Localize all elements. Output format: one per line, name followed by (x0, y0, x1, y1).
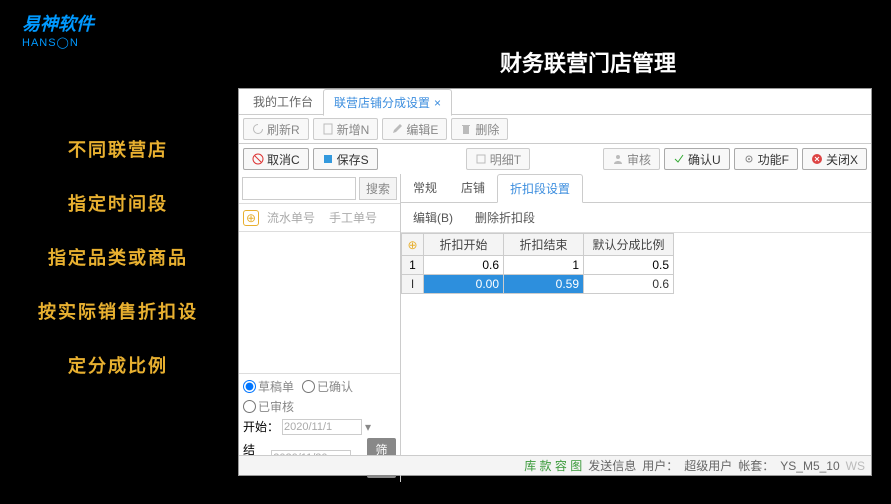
logo-cn: 易神软件 (22, 10, 94, 36)
subtab-discount[interactable]: 折扣段设置 (497, 174, 583, 203)
edit-button[interactable]: 编辑E (382, 118, 447, 140)
toolbar-1: 刷新R 新增N 编辑E 删除 (239, 115, 871, 144)
add-icon[interactable]: ⊕ (243, 210, 259, 226)
bullet-4: 按实际销售折扣设 (18, 298, 218, 324)
delete-icon (460, 123, 472, 135)
subtab-basic[interactable]: 常规 (401, 174, 449, 202)
close-icon[interactable]: × (434, 96, 441, 110)
new-button[interactable]: 新增N (313, 118, 379, 140)
refresh-button[interactable]: 刷新R (243, 118, 309, 140)
save-icon (322, 153, 334, 165)
grid-header: ⊕ 折扣开始 折扣结束 默认分成比例 (402, 234, 674, 256)
approve-icon (612, 153, 624, 165)
close-x-icon (811, 153, 823, 165)
gear-icon (743, 153, 755, 165)
status-user: 超级用户 (684, 457, 732, 474)
body: 搜索 ⊕ 流水单号 手工单号 草稿单 已确认 已审核 开始： ▾ (239, 174, 871, 482)
subdel-button[interactable]: 删除折扣段 (467, 206, 543, 229)
col-end: 折扣结束 (504, 234, 584, 256)
cancel-icon (252, 153, 264, 165)
left-panel: 搜索 ⊕ 流水单号 手工单号 草稿单 已确认 已审核 开始： ▾ (239, 174, 401, 482)
new-icon (322, 123, 334, 135)
search-bar: 搜索 (239, 174, 400, 204)
toolbar-2: 取消C 保存S 明细T 审核 确认U 功能F 关闭X (239, 144, 871, 174)
rownum-1: 1 (402, 256, 424, 275)
cell-1c[interactable]: 0.5 (584, 256, 674, 275)
confirm-button[interactable]: 确认U (664, 148, 730, 170)
save-button[interactable]: 保存S (313, 148, 378, 170)
radio-confirmed[interactable]: 已确认 (302, 378, 353, 395)
status-nav[interactable]: 库 款 容 图 (524, 457, 582, 474)
cell-1b[interactable]: 1 (504, 256, 584, 275)
tab-config[interactable]: 联营店铺分成设置 × (323, 89, 452, 116)
left-tabs: ⊕ 流水单号 手工单号 (239, 204, 400, 232)
detail-button[interactable]: 明细T (466, 148, 530, 170)
status-acct: YS_M5_10 (780, 459, 839, 473)
sub-toolbar: 编辑(B) 删除折扣段 (401, 203, 871, 233)
page-title: 财务联营门店管理 (500, 46, 676, 78)
bullet-3: 指定品类或商品 (18, 244, 218, 270)
sub-tabs: 常规 店铺 折扣段设置 (401, 174, 871, 203)
start-date[interactable] (282, 419, 362, 435)
edit-icon (391, 123, 403, 135)
rownum-2: I (402, 275, 424, 294)
main-tabs: 我的工作台 联营店铺分成设置 × (239, 89, 871, 115)
cancel-button[interactable]: 取消C (243, 148, 309, 170)
left-tab-manual[interactable]: 手工单号 (323, 206, 383, 229)
status-acctlbl: 帐套： (738, 457, 774, 474)
status-userlbl: 用户： (642, 457, 678, 474)
cell-1a[interactable]: 0.6 (424, 256, 504, 275)
status-bar: 库 款 容 图 发送信息 用户： 超级用户 帐套： YS_M5_10 WS (239, 455, 871, 475)
grid-row-1[interactable]: 1 0.6 1 0.5 (402, 256, 674, 275)
refresh-icon (252, 123, 264, 135)
discount-grid: ⊕ 折扣开始 折扣结束 默认分成比例 1 0.6 1 0.5 I 0.00 (401, 233, 871, 294)
search-button[interactable]: 搜索 (359, 177, 397, 200)
cell-2c[interactable]: 0.6 (584, 275, 674, 294)
logo-en: HANS◯N (22, 36, 94, 49)
left-tab-serial[interactable]: 流水单号 (261, 206, 321, 229)
logo: 易神软件 HANS◯N (22, 10, 94, 49)
col-start: 折扣开始 (424, 234, 504, 256)
status-ws: WS (846, 459, 865, 473)
grid-row-2[interactable]: I 0.00 0.59 0.6 (402, 275, 674, 294)
cell-2b[interactable]: 0.59 (504, 275, 584, 294)
detail-icon (475, 153, 487, 165)
search-input[interactable] (242, 177, 356, 200)
cell-2a[interactable]: 0.00 (424, 275, 504, 294)
func-button[interactable]: 功能F (734, 148, 798, 170)
tab-config-label: 联营店铺分成设置 (334, 96, 430, 110)
bullet-list: 不同联营店 指定时间段 指定品类或商品 按实际销售折扣设 定分成比例 (18, 136, 218, 406)
confirm-icon (673, 153, 685, 165)
radio-draft[interactable]: 草稿单 (243, 378, 294, 395)
col-ratio: 默认分成比例 (584, 234, 674, 256)
start-label: 开始： (243, 418, 279, 435)
status-send[interactable]: 发送信息 (588, 457, 636, 474)
radio-approved[interactable]: 已审核 (243, 398, 294, 415)
bullet-5: 定分成比例 (18, 352, 218, 378)
bullet-2: 指定时间段 (18, 190, 218, 216)
app-window: 我的工作台 联营店铺分成设置 × 刷新R 新增N 编辑E 删除 取消C 保存S 明… (238, 88, 872, 476)
close-button[interactable]: 关闭X (802, 148, 867, 170)
delete-button[interactable]: 删除 (451, 118, 508, 140)
add-row-icon[interactable]: ⊕ (402, 234, 424, 256)
left-list (239, 232, 400, 373)
subtab-store[interactable]: 店铺 (449, 174, 497, 202)
bullet-1: 不同联营店 (18, 136, 218, 162)
approve-button[interactable]: 审核 (603, 148, 660, 170)
tab-workspace[interactable]: 我的工作台 (243, 89, 323, 114)
right-panel: 常规 店铺 折扣段设置 编辑(B) 删除折扣段 ⊕ 折扣开始 折扣结束 默认分成… (401, 174, 871, 482)
subedit-button[interactable]: 编辑(B) (405, 206, 461, 229)
calendar-icon[interactable]: ▾ (365, 420, 379, 434)
